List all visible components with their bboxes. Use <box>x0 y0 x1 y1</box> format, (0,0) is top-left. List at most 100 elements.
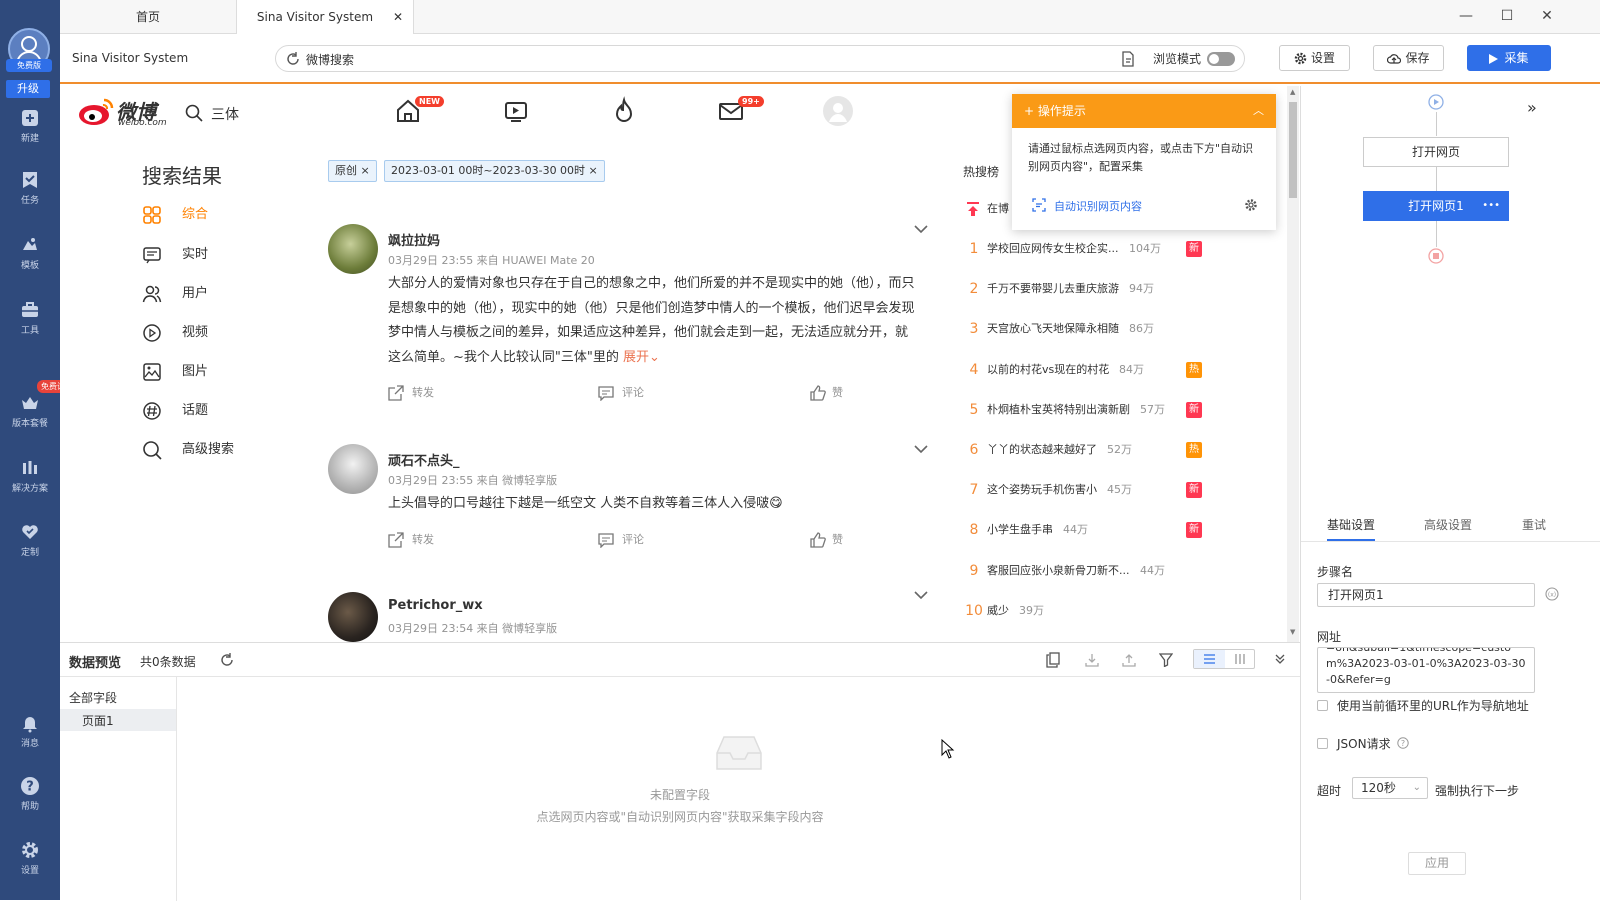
maximize-button[interactable]: ☐ <box>1497 6 1517 26</box>
all-fields[interactable]: 全部字段 <box>69 689 117 706</box>
rail-new[interactable]: 新建 <box>0 108 60 144</box>
hot-heat: 44万 <box>1140 563 1165 577</box>
force-next-label[interactable]: 强制执行下一步 <box>1435 782 1519 799</box>
collapse-up-icon[interactable]: ︿ <box>1253 94 1264 128</box>
variable-icon[interactable]: (x) <box>1545 587 1559 601</box>
rail-solutions[interactable]: 解决方案 <box>0 458 60 494</box>
hot-search-item[interactable]: 7 这个姿势玩手机伤害小 45万 新 <box>960 480 1210 500</box>
collapse-down-icon[interactable] <box>1274 653 1286 665</box>
hot-search-item[interactable]: 10 威少 39万 <box>960 601 1210 621</box>
json-request-label: JSON请求 <box>1337 737 1391 751</box>
user-avatar[interactable]: 免费版 <box>6 28 52 72</box>
auto-detect-link[interactable]: 自动识别网页内容 <box>1054 198 1142 214</box>
rail-custom[interactable]: 定制 <box>0 522 60 558</box>
like-button[interactable]: 赞 <box>810 531 843 548</box>
filter-date-range[interactable]: 2023-03-01 00时~2023-03-30 00时 × <box>384 160 605 182</box>
comment-button[interactable]: 评论 <box>598 531 644 548</box>
timeout-select[interactable]: 120秒 ⌄ <box>1352 777 1428 799</box>
hot-search-item[interactable]: 1 学校回应网传女生校企实... 104万 新 <box>960 239 1210 259</box>
post-avatar[interactable] <box>328 224 378 274</box>
filter-original[interactable]: 原创 × <box>328 160 377 182</box>
apply-button[interactable]: 应用 <box>1408 852 1466 875</box>
fire-icon[interactable] <box>609 96 639 126</box>
hot-search-item[interactable]: 8 小学生盘手串 44万 新 <box>960 520 1210 540</box>
minimize-button[interactable]: — <box>1456 6 1476 26</box>
refresh-icon[interactable] <box>220 653 234 667</box>
chevron-down-icon[interactable] <box>914 444 928 454</box>
rail-messages[interactable]: 消息 <box>0 713 60 749</box>
collect-button[interactable]: 采集 <box>1467 45 1551 71</box>
rail-tasks[interactable]: 任务 <box>0 170 60 206</box>
settings-button[interactable]: 设置 <box>1279 45 1350 71</box>
info-icon[interactable]: ? <box>1397 737 1409 749</box>
rail-plans[interactable]: 版本套餐 <box>0 393 60 429</box>
window-close-button[interactable]: ✕ <box>1537 6 1557 26</box>
hot-search-item[interactable]: 4 以前的村花vs现在的村花 84万 热 <box>960 360 1210 380</box>
upload-icon[interactable] <box>1122 653 1136 667</box>
hot-search-item[interactable]: 9 客服回应张小泉新骨刀新不... 44万 <box>960 561 1210 581</box>
video-icon[interactable] <box>501 96 531 126</box>
browse-mode-toggle[interactable] <box>1207 51 1235 66</box>
expand-link[interactable]: 展开 <box>623 350 649 365</box>
rail-tools[interactable]: 工具 <box>0 300 60 336</box>
rail-templates[interactable]: 模板 <box>0 235 60 271</box>
flow-node-open-page-1[interactable]: 打开网页1 ••• <box>1363 191 1509 221</box>
scrollbar-thumb[interactable] <box>1289 102 1297 198</box>
step-name-input[interactable]: 打开网页1 <box>1317 583 1535 607</box>
list-view-icon[interactable] <box>1194 650 1225 668</box>
chevron-down-icon[interactable] <box>914 224 928 234</box>
json-request-checkbox[interactable] <box>1317 738 1328 749</box>
save-button[interactable]: 保存 <box>1373 45 1444 71</box>
hot-search-item[interactable]: 3 天宫放心飞天地保障永相随 86万 <box>960 319 1210 339</box>
url-bar[interactable]: 微博搜索 浏览模式 <box>275 45 1245 72</box>
web-viewport[interactable]: 微博 weibo.com 三体 NEW 99+ 搜索结果 综合 实时 用户 视频… <box>60 86 1300 642</box>
like-button[interactable]: 赞 <box>810 384 843 401</box>
filter-icon[interactable] <box>1159 653 1173 667</box>
page1-item[interactable]: 页面1 <box>60 709 176 731</box>
flow-end-icon[interactable] <box>1428 248 1444 264</box>
tab-close-icon[interactable]: ✕ <box>393 0 403 34</box>
weibo-logo-icon[interactable] <box>78 96 116 126</box>
web-scrollbar[interactable]: ▲ ▼ <box>1287 86 1299 642</box>
use-loop-url-checkbox[interactable] <box>1317 700 1328 711</box>
save-label: 保存 <box>1405 51 1430 65</box>
hot-search-item[interactable]: 2 千万不要带婴儿去重庆旅游 94万 <box>960 279 1210 299</box>
tab-advanced-settings[interactable]: 高级设置 <box>1424 516 1472 533</box>
weibo-avatar[interactable] <box>823 96 853 126</box>
view-toggle[interactable] <box>1193 649 1255 669</box>
flow-start-icon[interactable] <box>1428 94 1444 110</box>
post-avatar[interactable] <box>328 592 378 642</box>
repost-button[interactable]: 转发 <box>388 384 434 401</box>
hot-search-item[interactable]: 6 丫丫的状态越来越好了 52万 热 <box>960 440 1210 460</box>
tab-basic-settings[interactable]: 基础设置 <box>1327 516 1376 541</box>
post-author[interactable]: Petrichor_wx <box>388 598 483 613</box>
scroll-up-arrow-icon[interactable]: ▲ <box>1290 88 1295 96</box>
refresh-icon[interactable] <box>286 52 300 66</box>
scroll-down-arrow-icon[interactable]: ▼ <box>1290 628 1295 636</box>
post-author[interactable]: 飒拉拉妈 <box>388 230 440 249</box>
weibo-search-text[interactable]: 三体 <box>211 104 239 124</box>
expand-panel-icon[interactable]: » <box>1527 98 1537 117</box>
post-avatar[interactable] <box>328 444 378 494</box>
post-author[interactable]: 顽石不点头_ <box>388 450 460 469</box>
repost-button[interactable]: 转发 <box>388 531 434 548</box>
url-textarea[interactable]: =on&suball=1&timescope=custom%3A2023-03-… <box>1317 647 1535 693</box>
gear-icon[interactable] <box>1244 198 1258 212</box>
rail-settings[interactable]: 设置 <box>0 840 60 876</box>
upgrade-button[interactable]: 升级 <box>6 80 50 98</box>
chevron-down-icon[interactable] <box>914 590 928 600</box>
tab-home[interactable]: 首页 <box>60 0 236 34</box>
comment-icon <box>598 532 614 548</box>
flow-node-open-page[interactable]: 打开网页 <box>1363 137 1509 167</box>
column-view-icon[interactable] <box>1225 650 1255 668</box>
export-page-icon[interactable] <box>1046 652 1060 668</box>
page-doc-icon[interactable] <box>1121 51 1135 67</box>
rail-help[interactable]: ? 帮助 <box>0 776 60 812</box>
comment-button[interactable]: 评论 <box>598 384 644 401</box>
more-icon[interactable]: ••• <box>1482 192 1500 220</box>
hot-search-item[interactable]: 5 朴炯植朴宝英将特别出演新剧 57万 新 <box>960 400 1210 420</box>
download-icon[interactable] <box>1085 653 1099 667</box>
tab-retry[interactable]: 重试 <box>1522 516 1546 533</box>
tab-sina[interactable]: Sina Visitor System ✕ <box>236 0 414 35</box>
search-icon[interactable] <box>185 104 203 122</box>
